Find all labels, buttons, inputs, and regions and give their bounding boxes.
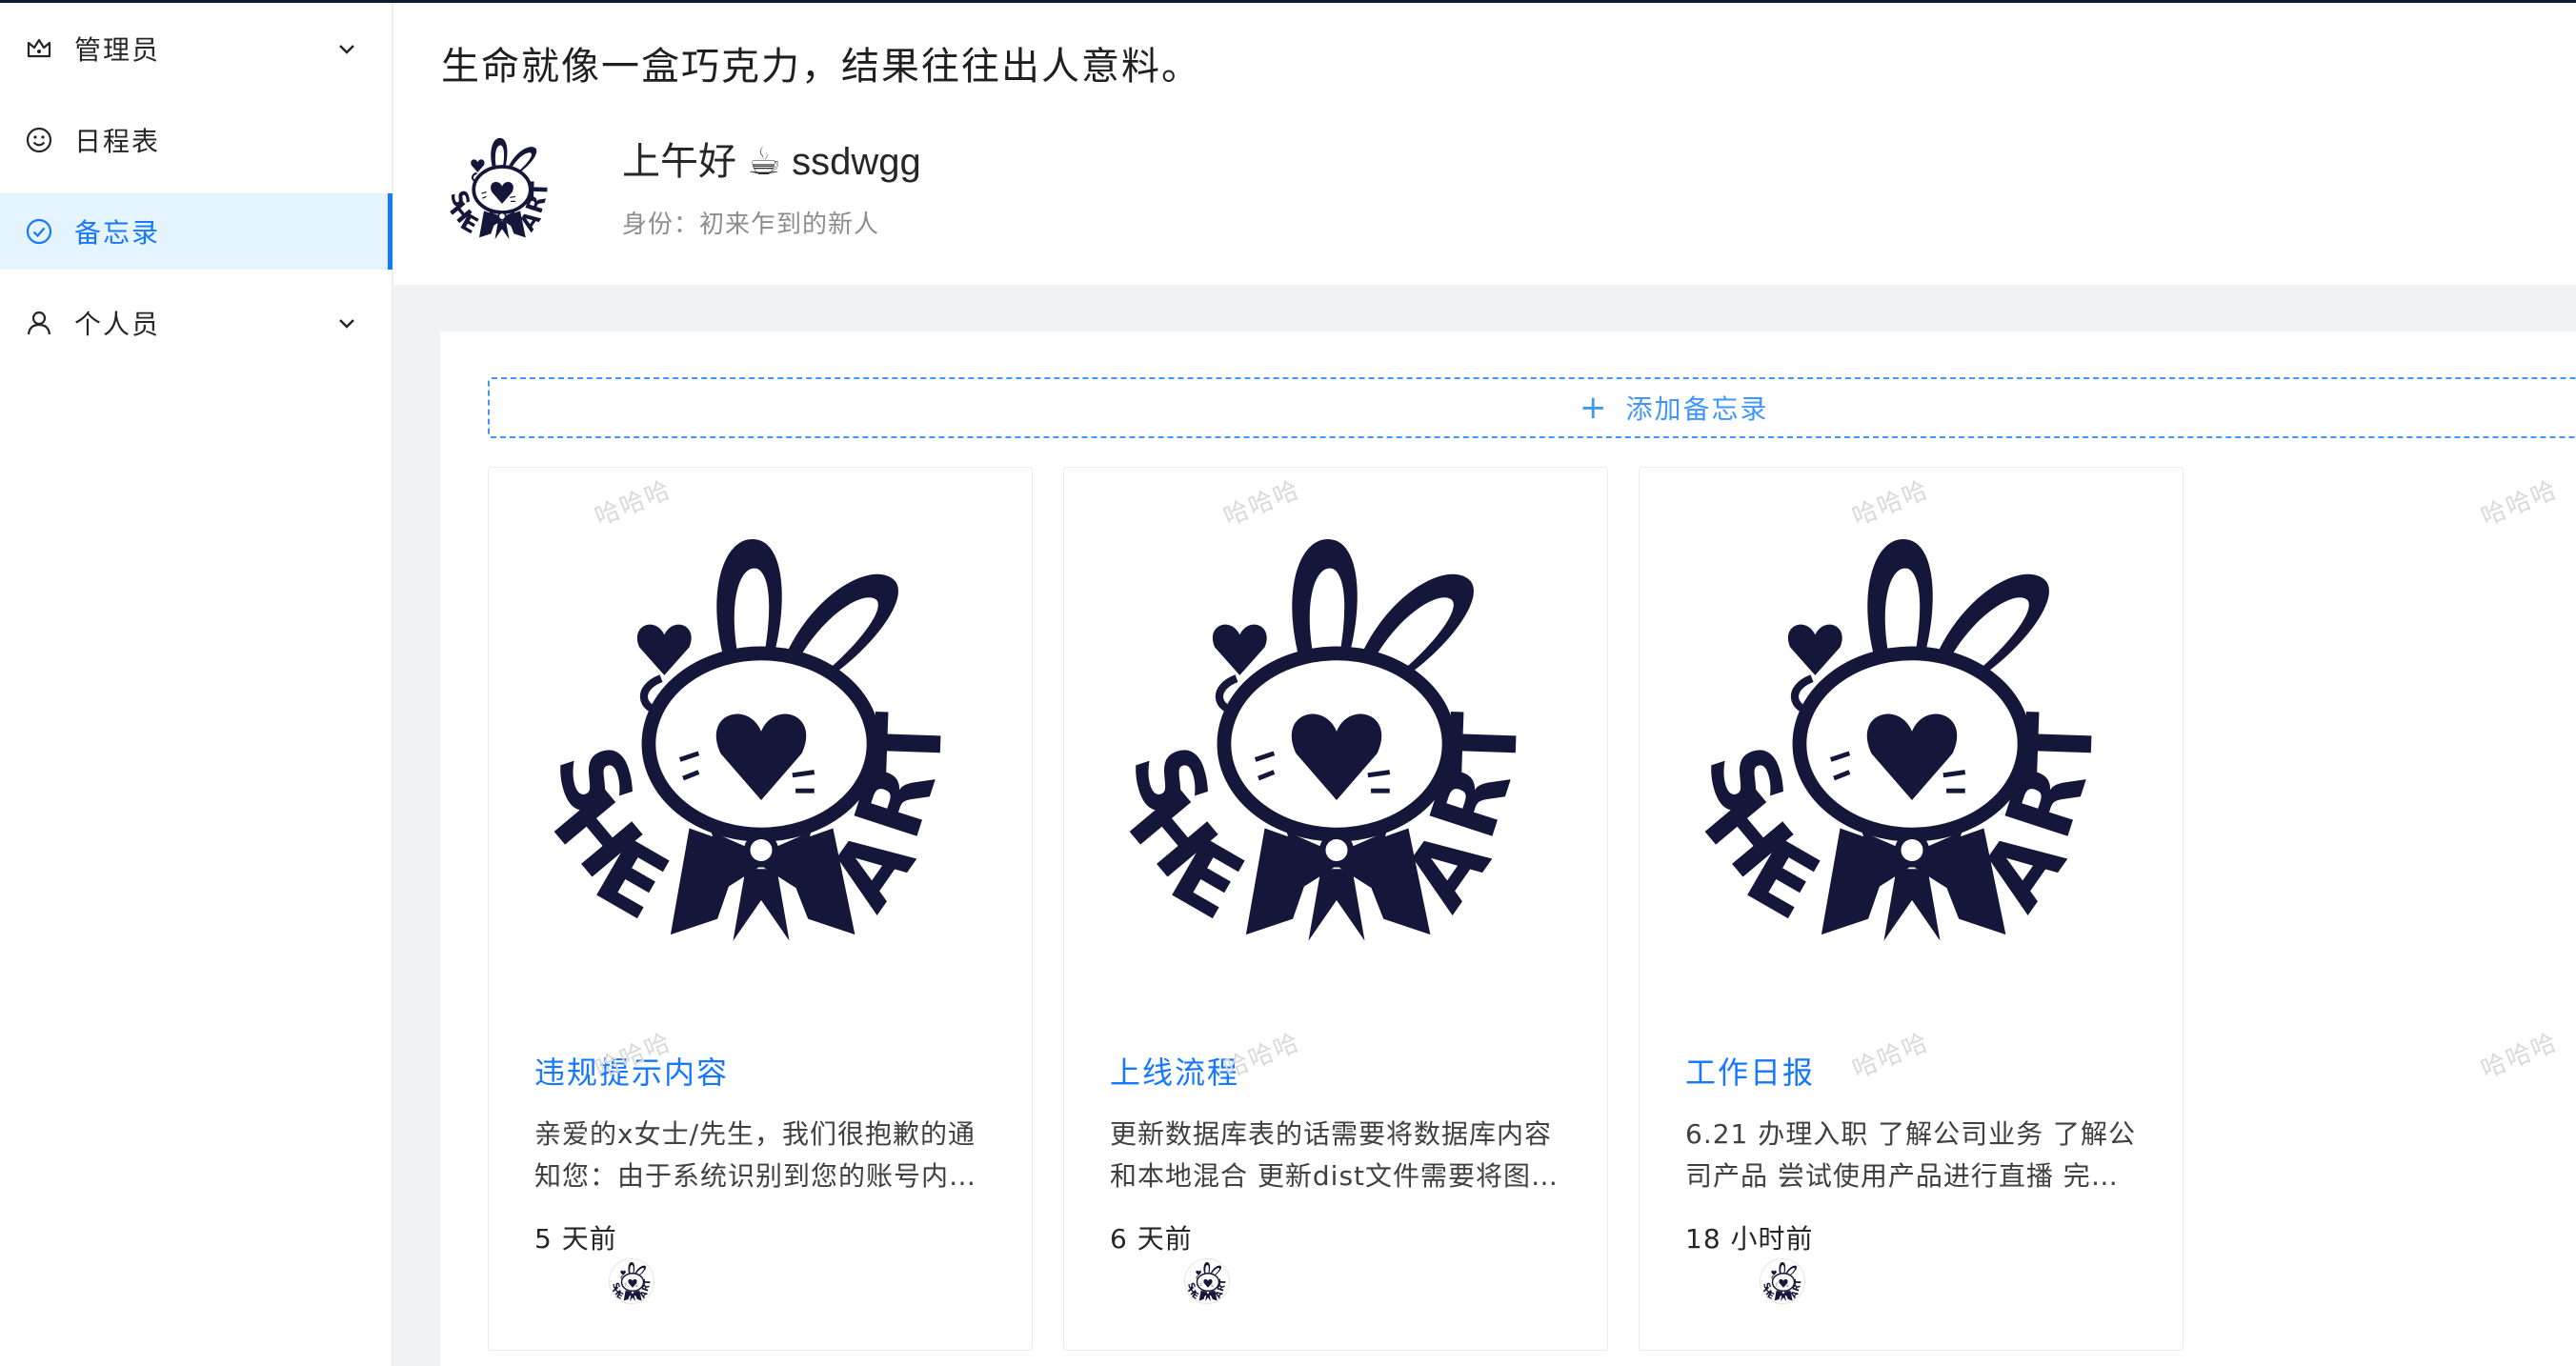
sidebar-item-admin[interactable]: 管理员 (0, 10, 392, 87)
memo-title[interactable]: 违规提示内容 (534, 1049, 729, 1093)
sidebar-item-label: 管理员 (74, 34, 161, 66)
memo-description: 更新数据库表的话需要将数据库内容和本地混合 更新dist文件需要将图片资源一并上… (1110, 1118, 1560, 1192)
check-circle-icon (26, 218, 52, 245)
add-memo-button[interactable]: + 添加备忘录 (488, 377, 2576, 438)
memo-cover-image (1102, 525, 1571, 963)
chevron-down-icon (339, 319, 354, 329)
username: ssdwgg (792, 141, 921, 183)
page-header: 生命就像一盒巧克力，结果往往出人意料。 上午好 ☕ ssdwgg 身份：初来乍到… (393, 3, 2576, 285)
author-avatar (609, 1258, 654, 1304)
sidebar-item-label: 日程表 (74, 126, 161, 157)
memo-card[interactable]: 工作日报 6.21 办理入职 了解公司业务 了解公司产品 尝试使用产品进行直播 … (1639, 467, 2184, 1351)
memo-card[interactable]: 上线流程 更新数据库表的话需要将数据库内容和本地混合 更新dist文件需要将图片… (1063, 467, 1608, 1351)
memo-panel: + 添加备忘录 违规提示内容 亲爱的x女士/先生，我们很抱歉的通知您：由于系统识… (440, 331, 2576, 1366)
author-avatar (1760, 1258, 1805, 1304)
plus-icon: + (1580, 389, 1609, 427)
sidebar-item-memo[interactable]: 备忘录 (0, 193, 392, 270)
sidebar-item-schedule[interactable]: 日程表 (0, 102, 392, 178)
memo-cover-image (527, 525, 996, 963)
sidebar-item-label: 个人员 (74, 309, 161, 340)
add-memo-label: 添加备忘录 (1625, 393, 1769, 425)
memo-card[interactable]: 违规提示内容 亲爱的x女士/先生，我们很抱歉的通知您：由于系统识别到您的账号内存… (488, 467, 1033, 1351)
sidebar: 管理员 日程表 备忘录 个人员 (0, 3, 392, 1366)
memo-time: 5 天前 (534, 1223, 617, 1255)
greeting: 上午好 ☕ ssdwgg (622, 131, 921, 186)
memo-time: 18 小时前 (1685, 1223, 1814, 1255)
memo-description: 亲爱的x女士/先生，我们很抱歉的通知您：由于系统识别到您的账号内存在违规内容 (534, 1118, 977, 1192)
memo-title[interactable]: 上线流程 (1110, 1049, 1239, 1093)
watermark: 哈哈哈 (2477, 475, 2563, 532)
user-avatar[interactable] (443, 131, 561, 249)
chevron-down-icon (339, 45, 354, 54)
smile-icon (26, 127, 52, 153)
watermark: 哈哈哈 (2477, 1028, 2563, 1085)
memo-cover-image (1678, 525, 2146, 963)
sidebar-item-personnel[interactable]: 个人员 (0, 285, 392, 361)
crown-icon (27, 38, 51, 58)
daily-quote: 生命就像一盒巧克力，结果往往出人意料。 (441, 45, 1201, 89)
author-avatar (1184, 1258, 1230, 1304)
memo-title[interactable]: 工作日报 (1685, 1049, 1815, 1093)
user-identity: 身份：初来乍到的新人 (622, 211, 880, 239)
sidebar-item-label: 备忘录 (74, 217, 161, 249)
greeting-text: 上午好 (622, 141, 736, 183)
memo-description: 6.21 办理入职 了解公司业务 了解公司产品 尝试使用产品进行直播 完成日报 (1685, 1118, 2137, 1192)
coffee-icon: ☕ (747, 141, 781, 183)
user-icon (27, 311, 51, 335)
memo-time: 6 天前 (1110, 1223, 1193, 1255)
